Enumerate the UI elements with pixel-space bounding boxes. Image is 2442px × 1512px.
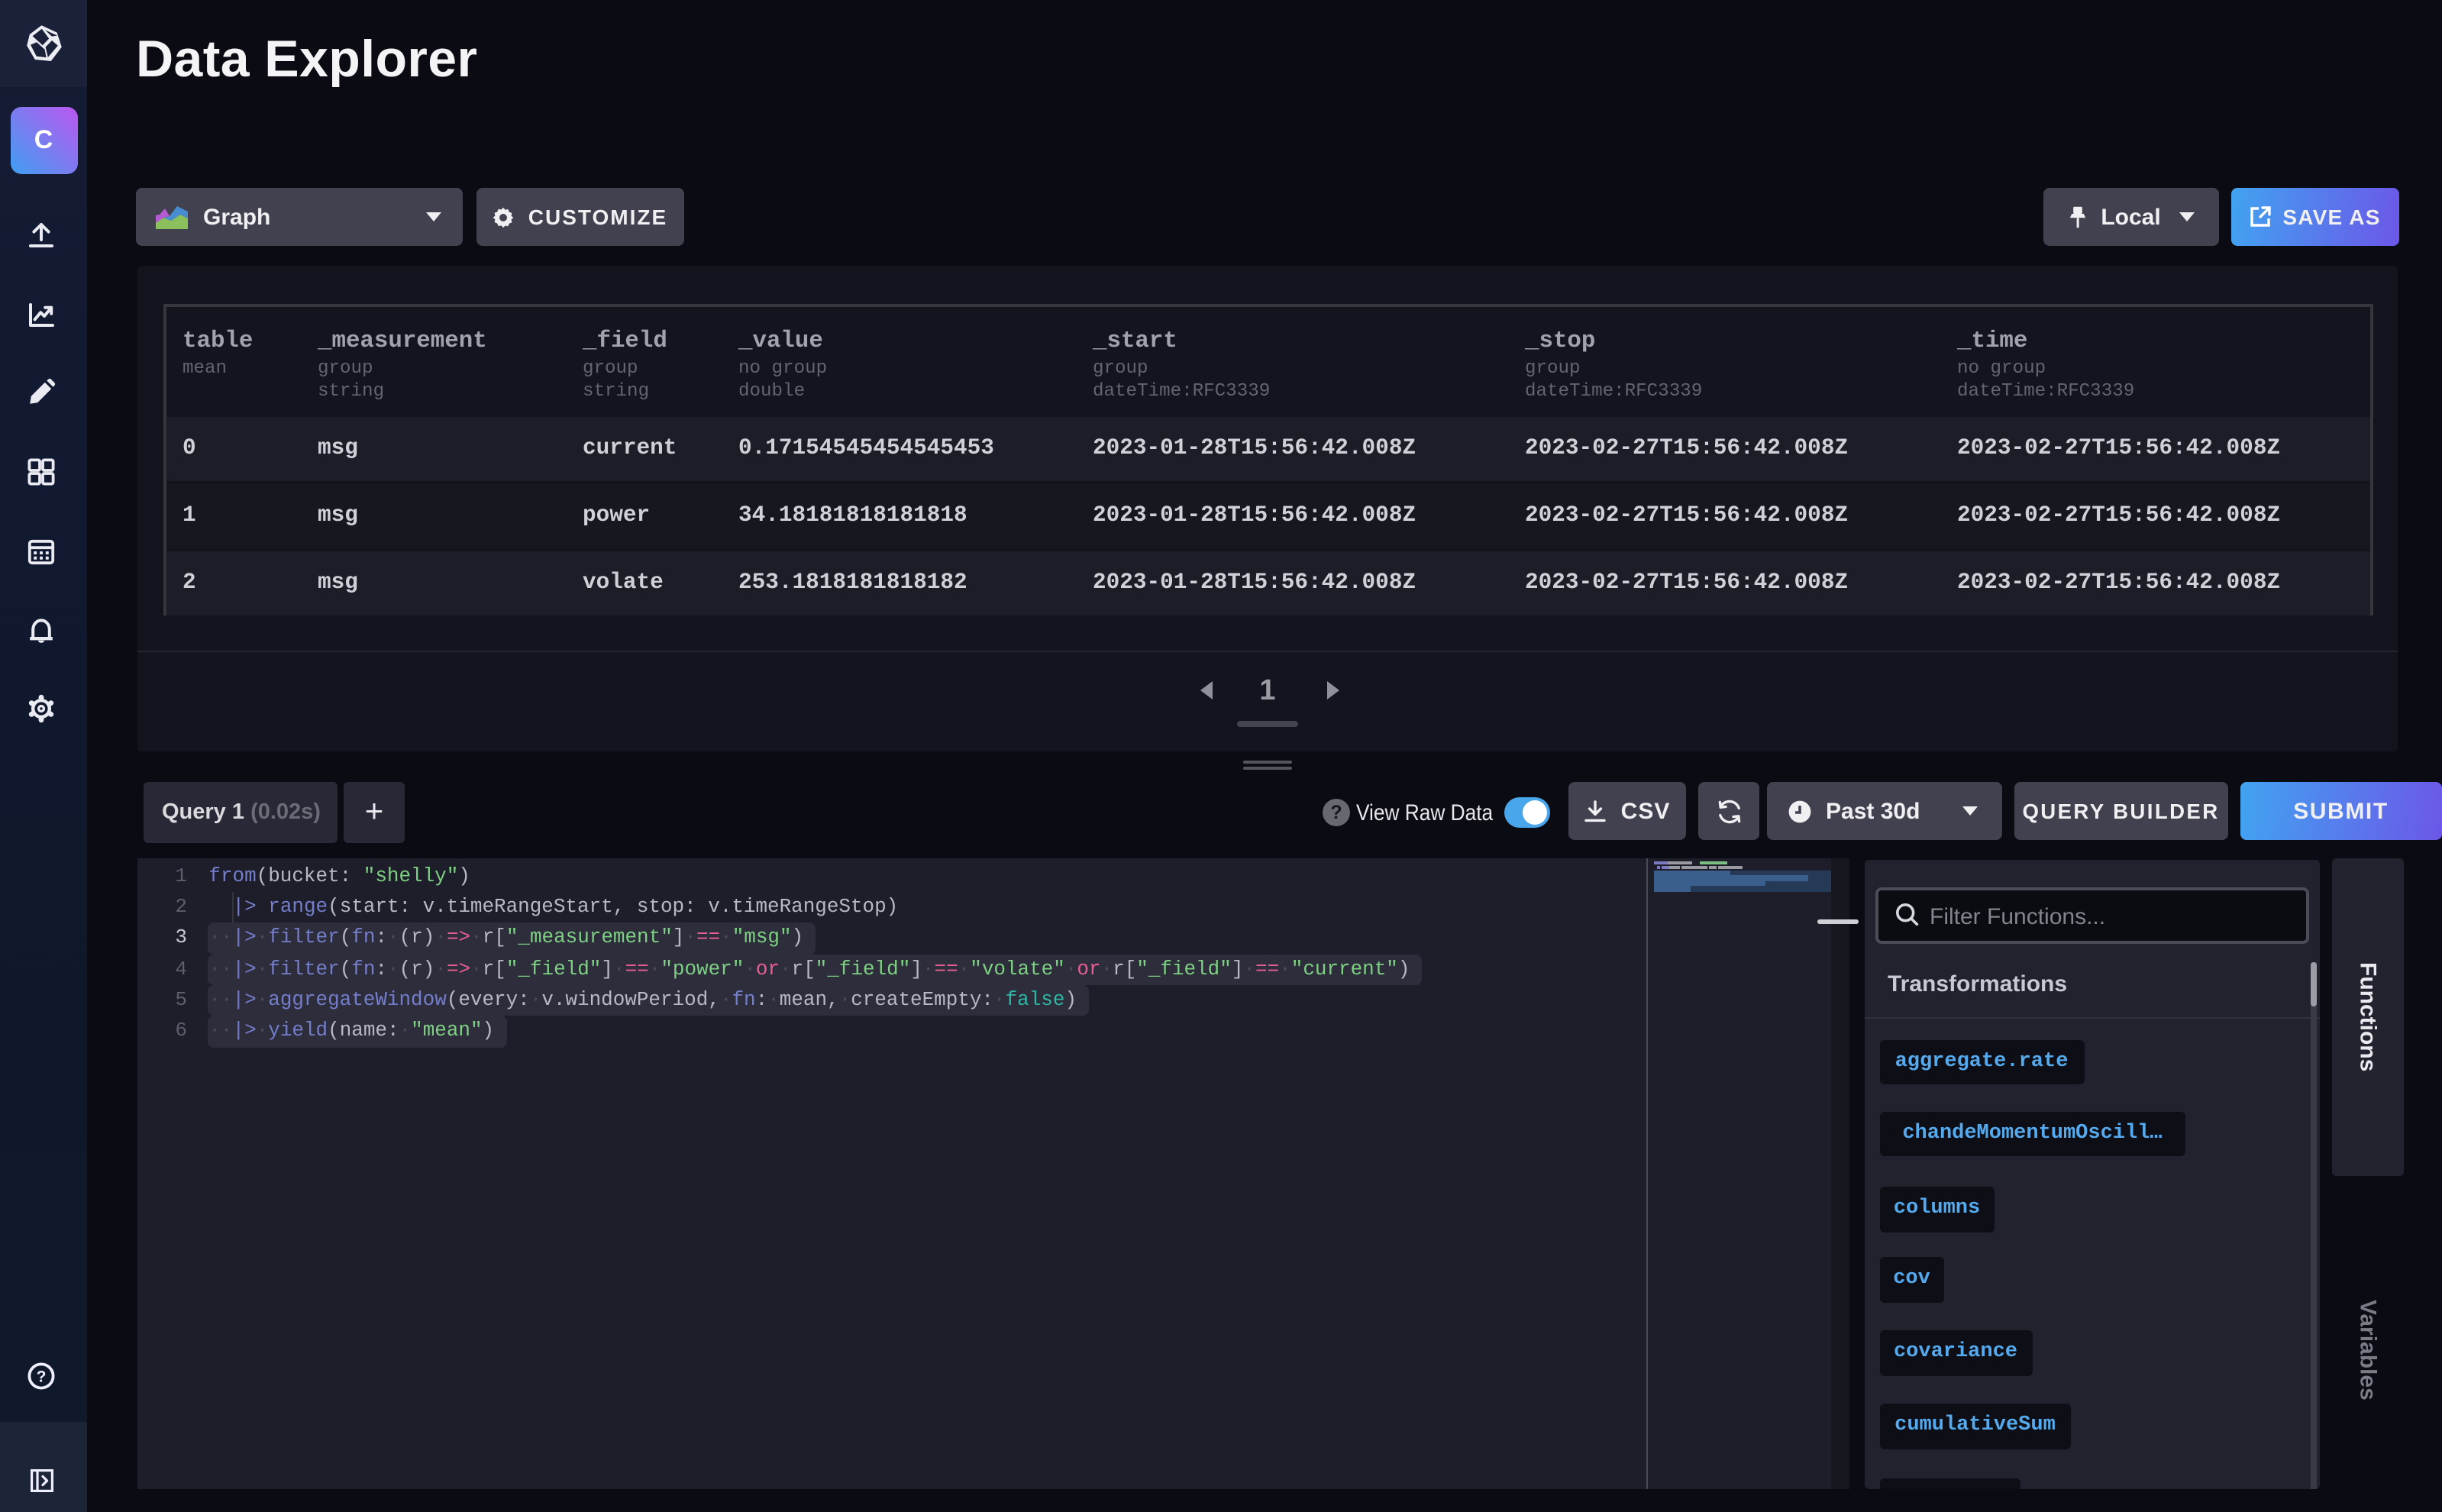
svg-text:?: ? <box>36 1367 46 1384</box>
